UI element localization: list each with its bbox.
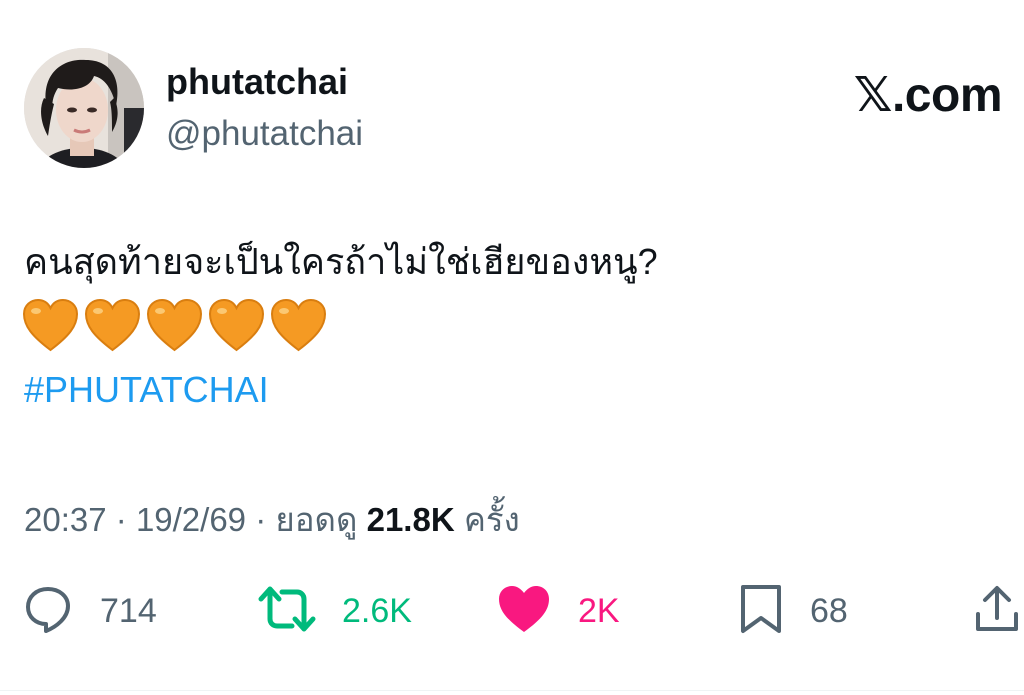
orange-heart-icon — [22, 298, 79, 352]
tweet-card: phutatchai @phutatchai 𝕏.com คนสุดท้ายจะ… — [0, 0, 1024, 695]
bookmark-count: 68 — [810, 592, 848, 630]
orange-heart-icon — [208, 298, 265, 352]
views-count: 21.8K — [366, 501, 455, 538]
like-button[interactable]: 2K — [496, 585, 620, 637]
brand-label: 𝕏.com — [853, 69, 1003, 122]
reply-count: 714 — [100, 592, 157, 630]
divider — [0, 690, 1024, 691]
orange-heart-icon — [146, 298, 203, 352]
tweet-meta: 20:37 · 19/2/69 · ยอดดู 21.8K ครั้ง — [24, 503, 520, 536]
like-count: 2K — [578, 592, 620, 630]
share-button[interactable] — [972, 585, 1022, 637]
user-handle[interactable]: @phutatchai — [166, 116, 363, 151]
views-label: ยอดดู — [275, 501, 358, 538]
orange-heart-icon — [84, 298, 141, 352]
retweet-button[interactable]: 2.6K — [258, 585, 412, 637]
hashtag-link[interactable]: #PHUTATCHAI — [24, 372, 269, 408]
reply-button[interactable]: 714 — [22, 585, 157, 637]
emoji-row — [22, 298, 327, 352]
meta-separator: · — [255, 501, 267, 538]
tweet-time[interactable]: 20:37 — [24, 501, 107, 538]
retweet-icon — [258, 583, 316, 640]
bookmark-icon — [738, 583, 784, 640]
heart-icon — [496, 584, 552, 639]
avatar[interactable] — [24, 48, 144, 168]
bookmark-button[interactable]: 68 — [738, 583, 848, 640]
tweet-text: คนสุดท้ายจะเป็นใครถ้าไม่ใช่เฮียของหนู? — [24, 241, 658, 282]
display-name[interactable]: phutatchai — [166, 64, 348, 100]
orange-heart-icon — [270, 298, 327, 352]
retweet-count: 2.6K — [342, 592, 412, 630]
tweet-date[interactable]: 19/2/69 — [136, 501, 246, 538]
share-icon — [974, 584, 1020, 639]
reply-icon — [22, 583, 74, 640]
views-suffix: ครั้ง — [463, 501, 520, 538]
meta-separator: · — [115, 501, 127, 538]
avatar-image — [24, 48, 144, 168]
